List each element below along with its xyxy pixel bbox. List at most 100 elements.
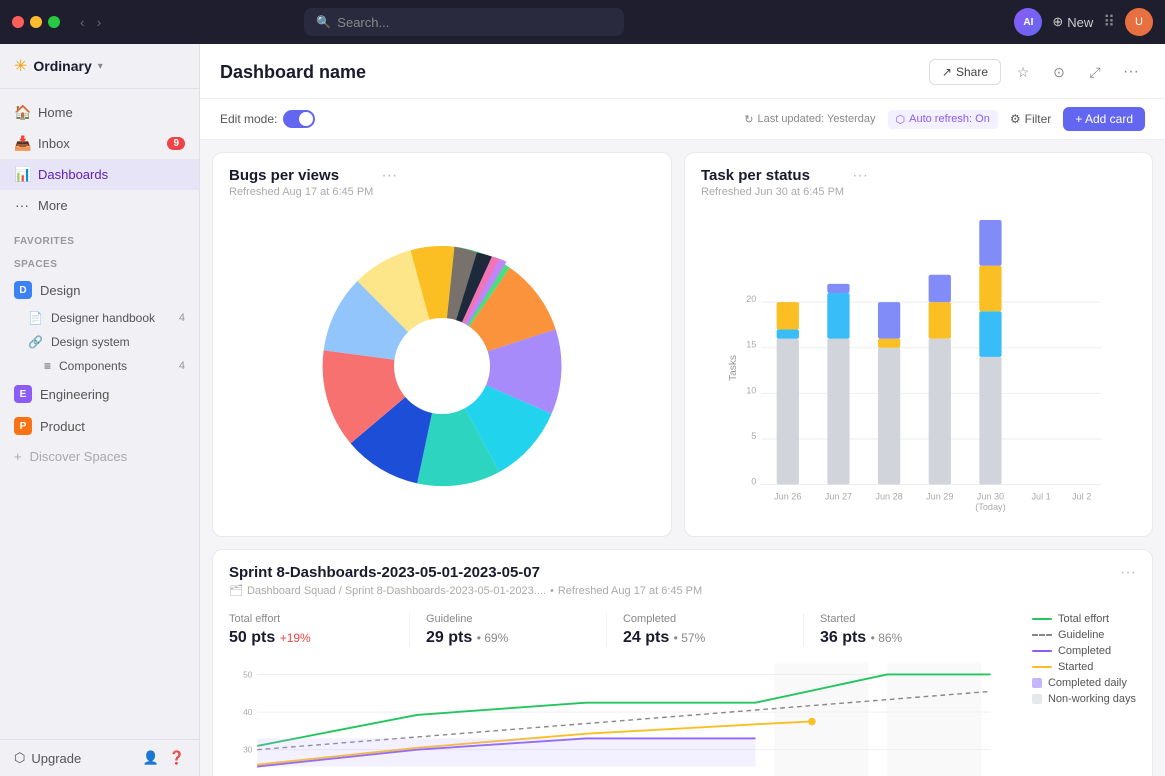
auto-refresh-badge[interactable]: ⬡ Auto refresh: On bbox=[888, 110, 998, 129]
started-legend-label: Started bbox=[1058, 661, 1093, 673]
top-cards-row: Bugs per views Refreshed Aug 17 at 6:45 … bbox=[212, 152, 1153, 537]
guideline-legend-label: Guideline bbox=[1058, 629, 1104, 641]
sidebar-item-engineering[interactable]: E Engineering bbox=[0, 378, 199, 410]
window-controls bbox=[12, 16, 60, 28]
sidebar-item-inbox[interactable]: 📥 Inbox 9 bbox=[0, 128, 199, 159]
svg-text:Jun 29: Jun 29 bbox=[926, 492, 953, 502]
forward-arrow[interactable]: › bbox=[93, 12, 106, 32]
home-icon: 🏠 bbox=[14, 104, 30, 121]
bar-chart-container: Tasks 0 5 10 15 20 bbox=[685, 206, 1152, 536]
bugs-card-title: Bugs per views bbox=[229, 167, 373, 184]
inbox-icon: 📥 bbox=[14, 135, 30, 152]
bugs-card-more-button[interactable]: ··· bbox=[381, 167, 397, 185]
product-space-label: Product bbox=[40, 419, 85, 434]
guideline-value: 29 pts • 69% bbox=[426, 629, 590, 647]
sidebar-header[interactable]: ✳ Ordinary ▾ bbox=[0, 44, 199, 89]
components-icon: ≡ bbox=[44, 359, 51, 373]
footer-icons: 👤 ❓ bbox=[143, 750, 185, 766]
sprint-metrics: Total effort 50 pts +19% Guideline bbox=[213, 605, 1016, 659]
home-label: Home bbox=[38, 105, 73, 120]
handbook-icon: 📄 bbox=[28, 311, 43, 325]
non-working-legend-label: Non-working days bbox=[1048, 693, 1136, 705]
task-card-more-button[interactable]: ··· bbox=[852, 167, 868, 185]
minimize-dot[interactable] bbox=[30, 16, 42, 28]
task-status-card-title: Task per status bbox=[701, 167, 844, 184]
inbox-badge: 9 bbox=[167, 137, 185, 150]
filter-button[interactable]: ⚙ Filter bbox=[1010, 112, 1051, 126]
expand-button[interactable]: ⤢ bbox=[1081, 58, 1109, 86]
maximize-dot[interactable] bbox=[48, 16, 60, 28]
completed-label: Completed bbox=[623, 613, 787, 625]
guideline-legend-icon bbox=[1032, 634, 1052, 636]
search-placeholder: Search... bbox=[337, 15, 389, 30]
favorites-section: Favorites bbox=[0, 228, 199, 251]
upgrade-label: Upgrade bbox=[31, 751, 81, 766]
design-space-icon: D bbox=[14, 281, 32, 299]
completed-daily-legend-icon bbox=[1032, 678, 1042, 688]
sprint-metric-total-effort: Total effort 50 pts +19% bbox=[229, 613, 410, 647]
sidebar-item-home[interactable]: 🏠 Home bbox=[0, 97, 199, 128]
close-dot[interactable] bbox=[12, 16, 24, 28]
started-label: Started bbox=[820, 613, 984, 625]
search-bar[interactable]: 🔍 Search... bbox=[304, 8, 624, 36]
task-status-card: Task per status Refreshed Jun 30 at 6:45… bbox=[684, 152, 1153, 537]
add-card-button[interactable]: + Add card bbox=[1063, 107, 1145, 131]
help-icon[interactable]: ❓ bbox=[169, 750, 185, 766]
sidebar-item-dashboards[interactable]: 📊 Dashboards bbox=[0, 159, 199, 190]
share-button[interactable]: ↗ Share bbox=[929, 59, 1001, 85]
edit-mode-control: Edit mode: bbox=[220, 110, 315, 128]
inbox-label: Inbox bbox=[38, 136, 70, 151]
legend-item-completed: Completed bbox=[1032, 645, 1136, 657]
workspace-name: Ordinary bbox=[33, 58, 91, 74]
sidebar-item-components[interactable]: ≡ Components 4 bbox=[0, 354, 199, 378]
apps-grid-icon[interactable]: ⠿ bbox=[1103, 12, 1115, 32]
main-content: Dashboard name ↗ Share ☆ ⊙ ⤢ ··· Edit mo… bbox=[200, 44, 1165, 776]
more-icon: ··· bbox=[14, 197, 30, 213]
target-button[interactable]: ⊙ bbox=[1045, 58, 1073, 86]
svg-text:(Today): (Today) bbox=[975, 502, 1005, 512]
upgrade-icon: ⬡ bbox=[14, 750, 25, 766]
sidebar-item-product[interactable]: P Product bbox=[0, 410, 199, 442]
edit-mode-toggle[interactable] bbox=[283, 110, 315, 128]
new-button[interactable]: ⊕ New bbox=[1052, 14, 1093, 30]
completed-legend-icon bbox=[1032, 650, 1052, 652]
total-effort-legend-icon bbox=[1032, 618, 1052, 620]
search-icon: 🔍 bbox=[316, 15, 331, 29]
svg-text:Jun 30: Jun 30 bbox=[977, 492, 1004, 502]
discover-spaces[interactable]: + Discover Spaces bbox=[0, 442, 199, 471]
sidebar-item-design-system[interactable]: 🔗 Design system bbox=[0, 330, 199, 354]
bar-chart: Tasks 0 5 10 15 20 bbox=[701, 216, 1136, 520]
dashboards-label: Dashboards bbox=[38, 167, 108, 182]
svg-text:Jul 2: Jul 2 bbox=[1072, 492, 1091, 502]
sidebar-nav: 🏠 Home 📥 Inbox 9 📊 Dashboards ··· More bbox=[0, 89, 199, 228]
legend-item-started: Started bbox=[1032, 661, 1136, 673]
svg-text:Jun 28: Jun 28 bbox=[875, 492, 902, 502]
engineering-space-icon: E bbox=[14, 385, 32, 403]
upgrade-button[interactable]: ⬡ Upgrade bbox=[14, 750, 137, 766]
sprint-chart: 50 40 30 bbox=[213, 659, 1016, 776]
sprint-card-more-button[interactable]: ··· bbox=[1120, 564, 1136, 582]
engineering-space-label: Engineering bbox=[40, 387, 109, 402]
sprint-metrics-chart: Total effort 50 pts +19% Guideline bbox=[213, 605, 1016, 776]
sprint-card-subtitle: 🗂 Dashboard Squad / Sprint 8-Dashboards-… bbox=[229, 584, 702, 597]
sidebar-item-design[interactable]: D Design bbox=[0, 274, 199, 306]
guideline-label: Guideline bbox=[426, 613, 590, 625]
sprint-card-title: Sprint 8-Dashboards-2023-05-01-2023-05-0… bbox=[229, 564, 702, 581]
more-options-button[interactable]: ··· bbox=[1117, 58, 1145, 86]
ai-badge[interactable]: AI bbox=[1014, 8, 1042, 36]
user-icon[interactable]: 👤 bbox=[143, 750, 159, 766]
svg-text:Jun 26: Jun 26 bbox=[774, 492, 801, 502]
pie-chart-container bbox=[213, 206, 671, 536]
completed-daily-legend-label: Completed daily bbox=[1048, 677, 1127, 689]
sprint-card-header: Sprint 8-Dashboards-2023-05-01-2023-05-0… bbox=[213, 550, 1152, 605]
sprint-card: Sprint 8-Dashboards-2023-05-01-2023-05-0… bbox=[212, 549, 1153, 776]
discover-label: Discover Spaces bbox=[30, 449, 128, 464]
handbook-count: 4 bbox=[179, 312, 185, 324]
sidebar-item-designer-handbook[interactable]: 📄 Designer handbook 4 bbox=[0, 306, 199, 330]
sidebar-item-more[interactable]: ··· More bbox=[0, 190, 199, 220]
auto-refresh-icon: ⬡ bbox=[896, 113, 906, 126]
spaces-section: Spaces bbox=[0, 251, 199, 274]
user-avatar[interactable]: U bbox=[1125, 8, 1153, 36]
back-arrow[interactable]: ‹ bbox=[76, 12, 89, 32]
star-button[interactable]: ☆ bbox=[1009, 58, 1037, 86]
